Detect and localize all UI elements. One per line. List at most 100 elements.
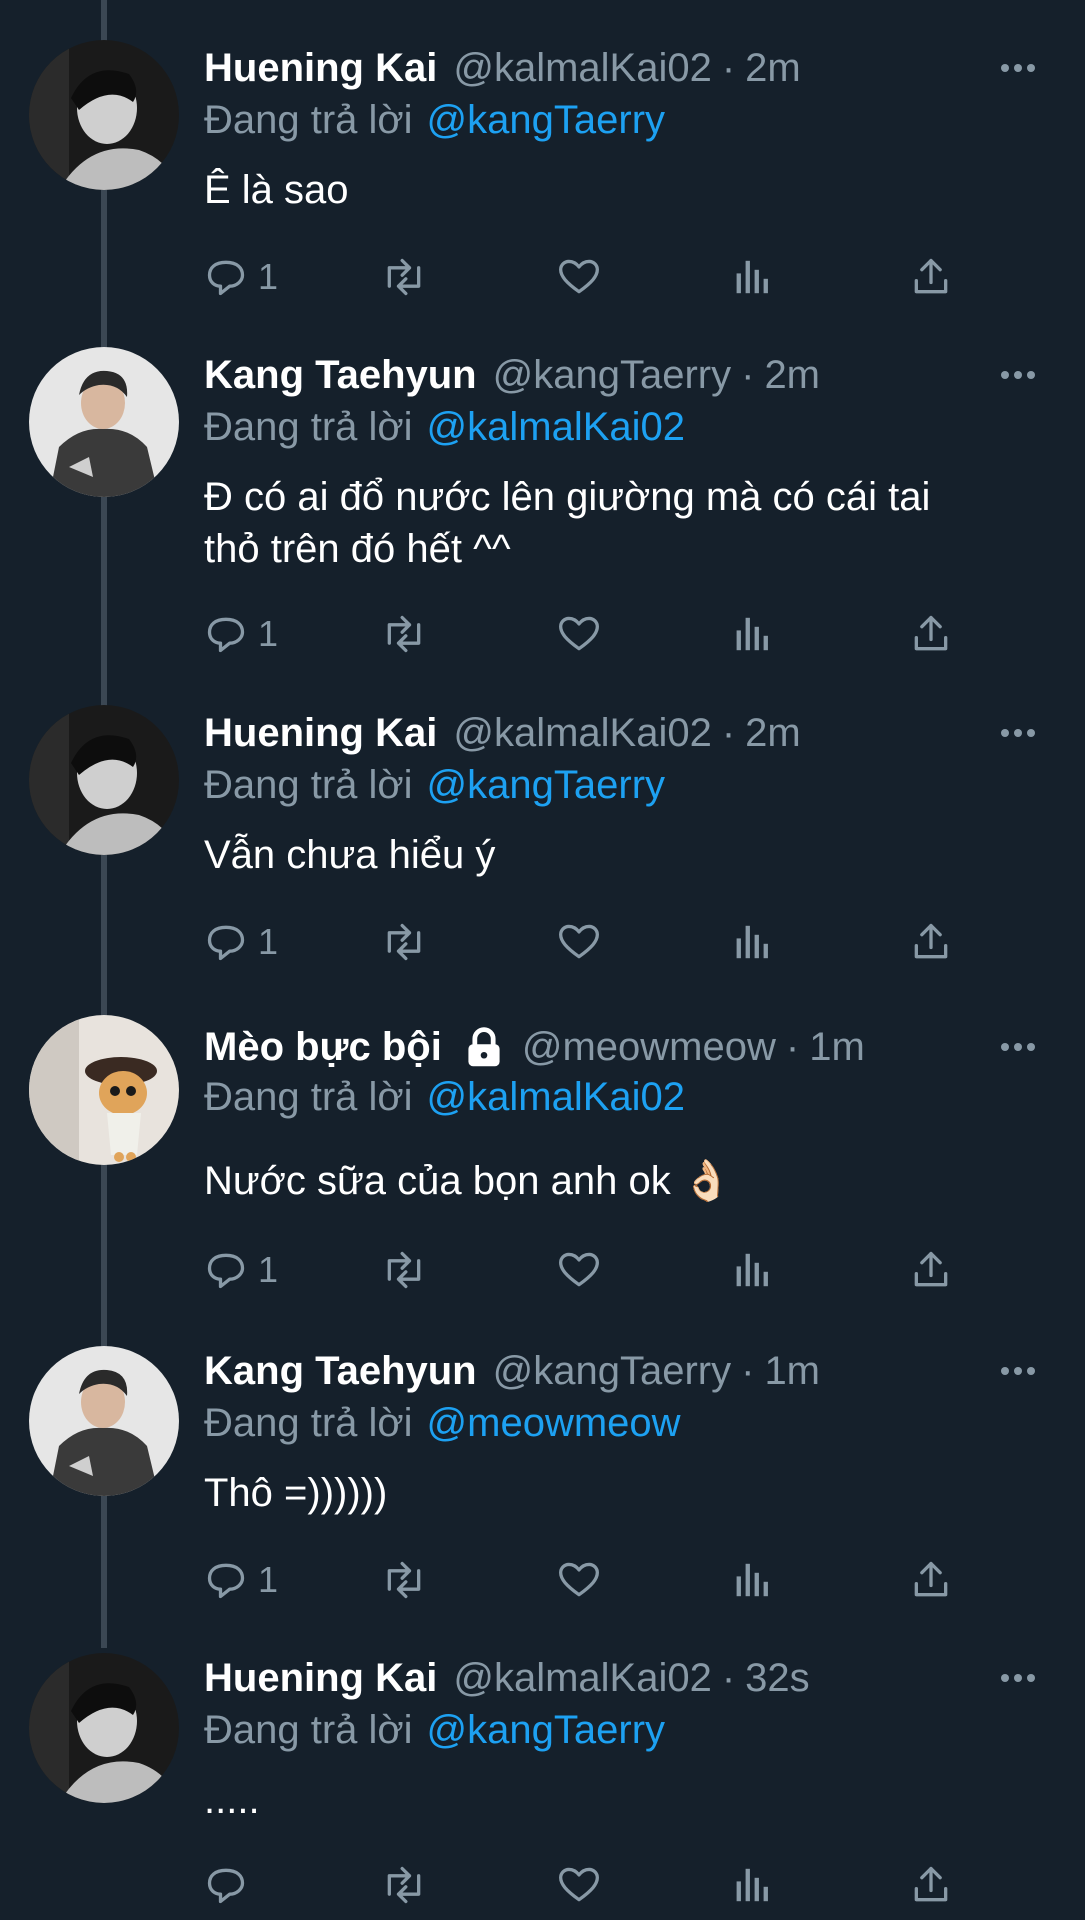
like-button[interactable] xyxy=(557,609,601,659)
separator-dot: · xyxy=(741,352,755,397)
analytics-button[interactable] xyxy=(733,1245,769,1295)
tweet-text-line: Đ có ai đổ nước lên giường mà có cái tai xyxy=(204,475,931,519)
retweet-button[interactable] xyxy=(380,1245,428,1295)
reply-count: 1 xyxy=(258,1249,279,1290)
reply-button[interactable]: 1 xyxy=(204,1555,278,1605)
tweet-2[interactable]: Huening Kai @kalmalKai02 · 2m Đang trả l… xyxy=(0,665,1085,973)
author-name[interactable]: Huening Kai xyxy=(204,1656,437,1701)
action-bar: 1 xyxy=(204,609,1004,659)
avatar[interactable] xyxy=(29,1346,179,1496)
replying-to: Đang trả lời @meowmeow xyxy=(204,1401,681,1446)
retweet-button[interactable] xyxy=(380,1555,428,1605)
like-button[interactable] xyxy=(557,252,601,302)
analytics-button[interactable] xyxy=(733,917,769,967)
mention-link[interactable]: @kangTaerry xyxy=(427,98,665,142)
analytics-button[interactable] xyxy=(733,252,769,302)
reply-button[interactable]: 1 xyxy=(204,1245,278,1295)
analytics-button[interactable] xyxy=(733,609,769,659)
author-handle[interactable]: @kalmalKai02 xyxy=(453,711,712,756)
timestamp[interactable]: 2m xyxy=(745,711,801,756)
avatar[interactable] xyxy=(29,347,179,497)
more-options-icon[interactable] xyxy=(993,44,1043,92)
separator-dot: · xyxy=(785,1024,800,1069)
reply-button[interactable]: 1 xyxy=(204,252,278,302)
retweet-button[interactable] xyxy=(380,252,428,302)
avatar[interactable] xyxy=(29,1015,179,1165)
more-options-icon[interactable] xyxy=(993,709,1043,757)
action-bar xyxy=(204,1860,1004,1910)
reply-icon xyxy=(207,617,245,653)
share-button[interactable] xyxy=(909,252,953,302)
author-handle[interactable]: @kalmalKai02 xyxy=(453,46,712,91)
mention-link[interactable]: @kangTaerry xyxy=(427,1708,665,1752)
share-icon xyxy=(914,615,948,651)
tweet-4[interactable]: Kang Taehyun @kangTaerry · 1m Đang trả l… xyxy=(0,1303,1085,1610)
tweet-text: ..... xyxy=(204,1774,1044,1826)
like-button[interactable] xyxy=(557,1860,601,1910)
analytics-icon xyxy=(736,925,768,959)
analytics-icon xyxy=(736,617,768,651)
share-button[interactable] xyxy=(909,1245,953,1295)
timestamp[interactable]: 32s xyxy=(745,1656,810,1701)
retweet-icon xyxy=(387,258,421,296)
like-button[interactable] xyxy=(557,1245,601,1295)
retweet-button[interactable] xyxy=(380,917,428,967)
tweet-text-line: Nước sữa của bọn anh ok 👌🏻 xyxy=(204,1159,732,1203)
analytics-icon xyxy=(736,260,768,294)
author-handle[interactable]: @kangTaerry xyxy=(493,353,731,398)
author-handle[interactable]: @kalmalKai02 xyxy=(453,1656,712,1701)
tweet-0[interactable]: Huening Kai @kalmalKai02 · 2m Đang trả l… xyxy=(0,0,1085,307)
author-name[interactable]: Kang Taehyun xyxy=(204,353,477,398)
more-options-icon[interactable] xyxy=(993,351,1043,399)
share-button[interactable] xyxy=(909,609,953,659)
replying-to: Đang trả lời @kangTaerry xyxy=(204,98,665,143)
tweet-text: Vẫn chưa hiểu ý xyxy=(204,829,1044,881)
avatar[interactable] xyxy=(29,40,179,190)
avatar[interactable] xyxy=(29,1653,179,1803)
timestamp[interactable]: 1m xyxy=(809,1025,865,1070)
author-name[interactable]: Kang Taehyun xyxy=(204,1349,477,1394)
analytics-button[interactable] xyxy=(733,1860,769,1910)
more-options-icon[interactable] xyxy=(993,1654,1043,1702)
share-button[interactable] xyxy=(909,1555,953,1605)
share-button[interactable] xyxy=(909,917,953,967)
mention-link[interactable]: @kalmalKai02 xyxy=(427,405,686,449)
tweet-text-line: Ê là sao xyxy=(204,168,349,212)
mention-link[interactable]: @kangTaerry xyxy=(427,763,665,807)
author-name[interactable]: Huening Kai xyxy=(204,711,437,756)
tweet-text-line: Vẫn chưa hiểu ý xyxy=(204,833,496,877)
author-handle[interactable]: @meowmeow xyxy=(522,1025,776,1070)
author-name[interactable]: Huening Kai xyxy=(204,46,437,91)
more-options-icon[interactable] xyxy=(993,1347,1043,1395)
replying-to: Đang trả lời @kalmalKai02 xyxy=(204,1075,685,1120)
author-name[interactable]: Mèo bực bội xyxy=(204,1025,442,1070)
analytics-button[interactable] xyxy=(733,1555,769,1605)
reply-count: 1 xyxy=(258,921,279,962)
retweet-button[interactable] xyxy=(380,609,428,659)
tweet-text: Ê là sao xyxy=(204,164,1044,216)
mention-link[interactable]: @kalmalKai02 xyxy=(427,1075,686,1119)
tweet-3[interactable]: Mèo bực bội @meowmeow · 1m Đang trả lời @… xyxy=(0,973,1085,1303)
mention-link[interactable]: @meowmeow xyxy=(427,1401,681,1445)
share-button[interactable] xyxy=(909,1860,953,1910)
tweet-5[interactable]: Huening Kai @kalmalKai02 · 32s Đang trả … xyxy=(0,1610,1085,1920)
more-options-icon[interactable] xyxy=(993,1023,1043,1071)
action-bar: 1 xyxy=(204,917,1004,967)
author-handle[interactable]: @kangTaerry xyxy=(493,1349,731,1394)
retweet-icon xyxy=(387,923,421,961)
timestamp[interactable]: 2m xyxy=(764,353,820,398)
like-button[interactable] xyxy=(557,917,601,967)
share-icon xyxy=(914,1561,948,1597)
retweet-button[interactable] xyxy=(380,1860,428,1910)
timestamp[interactable]: 2m xyxy=(745,46,801,91)
reply-button[interactable] xyxy=(204,1860,258,1910)
reply-button[interactable]: 1 xyxy=(204,917,278,967)
retweet-icon xyxy=(387,615,421,653)
like-button[interactable] xyxy=(557,1555,601,1605)
avatar[interactable] xyxy=(29,705,179,855)
replying-label: Đang trả lời xyxy=(204,405,413,449)
timestamp[interactable]: 1m xyxy=(764,1349,820,1394)
tweet-text-line: thỏ trên đó hết ^^ xyxy=(204,527,511,571)
reply-button[interactable]: 1 xyxy=(204,609,278,659)
tweet-1[interactable]: Kang Taehyun @kangTaerry · 2m Đang trả l… xyxy=(0,307,1085,665)
